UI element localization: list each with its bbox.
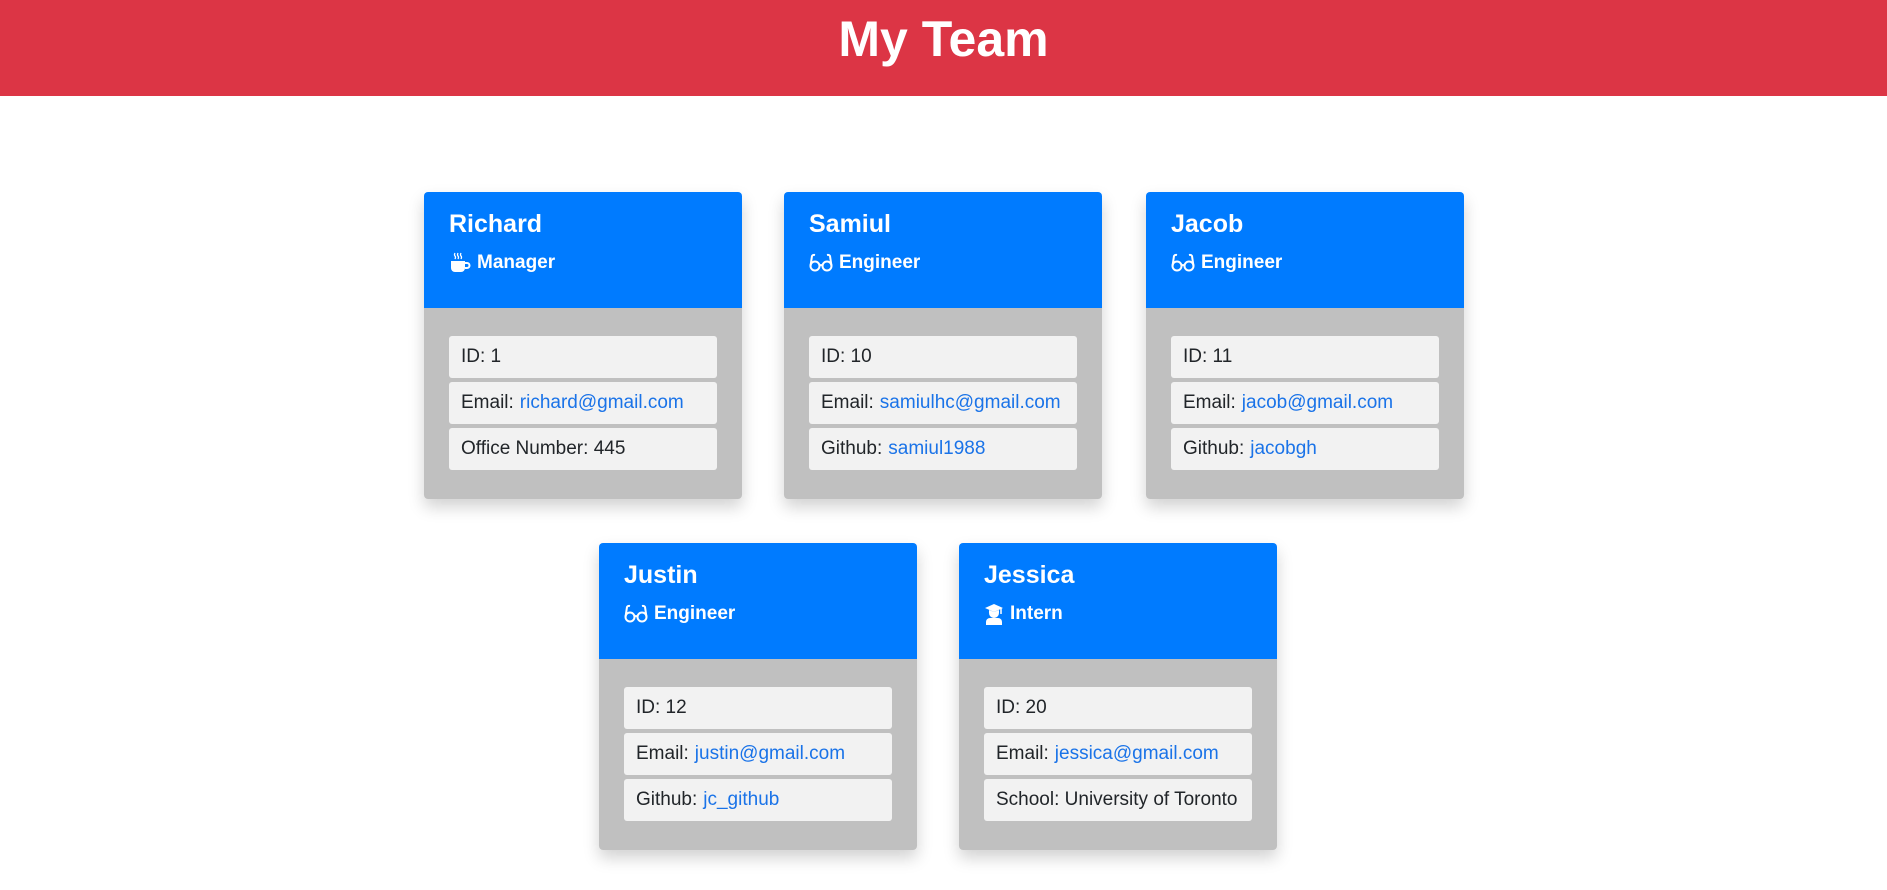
github-row: Github: jc_github — [624, 779, 892, 821]
page-title: My Team — [838, 11, 1049, 67]
employee-role: Intern — [984, 602, 1252, 626]
email-link[interactable]: jessica@gmail.com — [1055, 743, 1219, 765]
glasses-icon — [1171, 253, 1195, 273]
github-link[interactable]: jc_github — [703, 789, 779, 811]
employee-name: Samiul — [809, 210, 891, 238]
card-header: Jessica Intern — [959, 543, 1277, 659]
email-row: Email: jacob@gmail.com — [1171, 382, 1439, 424]
id-text: ID: 1 — [461, 346, 502, 367]
id-row: ID: 20 — [984, 687, 1252, 729]
github-label: Github: — [636, 789, 698, 810]
id-row: ID: 10 — [809, 336, 1077, 378]
graduate-icon — [984, 603, 1004, 625]
role-label: Manager — [477, 252, 556, 273]
email-row: Email: jessica@gmail.com — [984, 733, 1252, 775]
email-link[interactable]: richard@gmail.com — [520, 392, 684, 414]
glasses-icon — [624, 604, 648, 624]
email-row: Email: justin@gmail.com — [624, 733, 892, 775]
id-text: ID: 10 — [821, 346, 872, 367]
office-number-row: Office Number: 445 — [449, 428, 717, 470]
email-link[interactable]: jacob@gmail.com — [1242, 392, 1393, 414]
email-label: Email: — [821, 392, 874, 413]
coffee-mug-icon — [449, 252, 471, 274]
github-label: Github: — [1183, 438, 1245, 459]
github-link[interactable]: samiul1988 — [888, 438, 985, 460]
email-link[interactable]: samiulhc@gmail.com — [880, 392, 1061, 414]
github-label: Github: — [821, 438, 883, 459]
office-number-text: Office Number: 445 — [461, 438, 626, 459]
card-header: Samiul Engineer — [784, 192, 1102, 308]
email-label: Email: — [636, 743, 689, 764]
role-label: Engineer — [654, 603, 736, 624]
employee-card-samiul: Samiul Engineer ID: 10 Email: samiulhc@gm… — [784, 192, 1102, 499]
card-body: ID: 1 Email: richard@gmail.com Office Num… — [424, 308, 742, 499]
role-label: Intern — [1010, 603, 1063, 624]
card-header: Richard Manager — [424, 192, 742, 308]
role-label: Engineer — [839, 252, 921, 273]
employee-name: Jessica — [984, 561, 1075, 589]
card-body: ID: 20 Email: jessica@gmail.com School: U… — [959, 659, 1277, 850]
employee-role: Engineer — [624, 602, 892, 626]
employee-name: Jacob — [1171, 210, 1244, 238]
school-row: School: University of Toronto — [984, 779, 1252, 821]
employee-card-richard: Richard Manager ID: 1 Email: richard@gmai… — [424, 192, 742, 499]
card-body: ID: 12 Email: justin@gmail.com Github: jc_… — [599, 659, 917, 850]
id-text: ID: 11 — [1183, 346, 1233, 367]
role-label: Engineer — [1201, 252, 1283, 273]
employee-role: Engineer — [809, 251, 1077, 275]
card-body: ID: 11 Email: jacob@gmail.com Github: jaco… — [1146, 308, 1464, 499]
employee-name: Justin — [624, 561, 698, 589]
email-label: Email: — [461, 392, 514, 413]
github-row: Github: jacobgh — [1171, 428, 1439, 470]
glasses-icon — [809, 253, 833, 273]
email-row: Email: richard@gmail.com — [449, 382, 717, 424]
email-label: Email: — [996, 743, 1049, 764]
card-header: Justin Engineer — [599, 543, 917, 659]
page-header: My Team — [0, 0, 1887, 96]
github-row: Github: samiul1988 — [809, 428, 1077, 470]
id-text: ID: 12 — [636, 697, 687, 718]
school-text: School: University of Toronto — [996, 789, 1238, 810]
email-row: Email: samiulhc@gmail.com — [809, 382, 1077, 424]
employee-card-justin: Justin Engineer ID: 12 Email: justin@gmai… — [599, 543, 917, 850]
employee-role: Manager — [449, 251, 717, 275]
id-text: ID: 20 — [996, 697, 1047, 718]
card-header: Jacob Engineer — [1146, 192, 1464, 308]
email-label: Email: — [1183, 392, 1236, 413]
github-link[interactable]: jacobgh — [1250, 438, 1317, 460]
id-row: ID: 11 — [1171, 336, 1439, 378]
card-body: ID: 10 Email: samiulhc@gmail.com Github: s… — [784, 308, 1102, 499]
employee-role: Engineer — [1171, 251, 1439, 275]
email-link[interactable]: justin@gmail.com — [695, 743, 845, 765]
id-row: ID: 12 — [624, 687, 892, 729]
id-row: ID: 1 — [449, 336, 717, 378]
employee-name: Richard — [449, 210, 543, 238]
employee-card-jacob: Jacob Engineer ID: 11 Email: jacob@gmail.… — [1146, 192, 1464, 499]
employee-card-jessica: Jessica Intern ID: 20 Email: jessica@gmai… — [959, 543, 1277, 850]
